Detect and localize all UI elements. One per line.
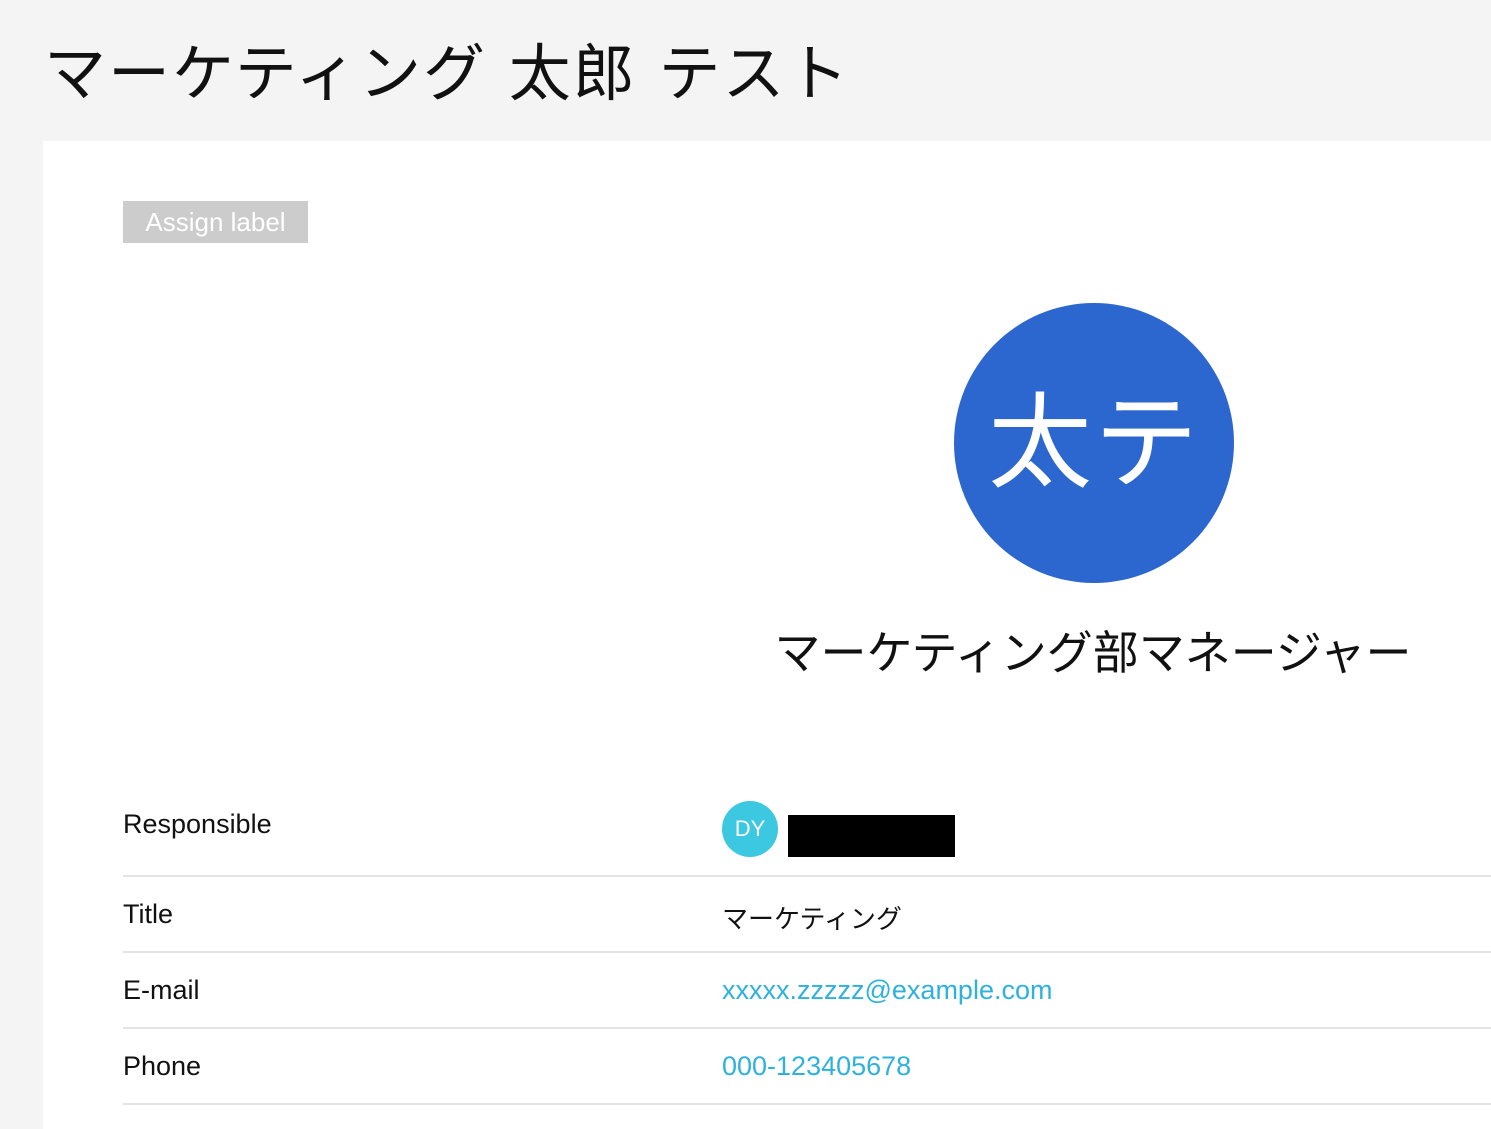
email-label: E-mail [123, 975, 200, 1005]
contact-avatar: 太テ [954, 303, 1234, 583]
title-value: マーケティング [722, 905, 902, 935]
phone-label: Phone [123, 1051, 202, 1081]
responsible-avatar[interactable]: DY [722, 801, 778, 857]
email-link[interactable]: xxxxx.zzzzz@example.com [722, 975, 1052, 1006]
phone-link[interactable]: 000-123405678 [722, 1051, 911, 1082]
page-header: マーケティング 太郎 テスト [44, 18, 850, 118]
contact-card: Assign label 太テ マーケティング部マネージャー Responsib… [43, 141, 1491, 1129]
title-row: Title マーケティング [123, 877, 1491, 953]
title-label: Title [123, 899, 174, 929]
contact-details: Responsible DY Title マーケティング E-mail xxxx… [123, 791, 1491, 1105]
responsible-row: Responsible DY [123, 791, 1491, 877]
email-row: E-mail xxxxx.zzzzz@example.com [123, 953, 1491, 1029]
contact-job-title: マーケティング部マネージャー [774, 626, 1412, 680]
assign-label-button[interactable]: Assign label [123, 201, 308, 243]
phone-row: Phone 000-123405678 [123, 1029, 1491, 1105]
responsible-label: Responsible [123, 809, 272, 839]
redacted-name-block [788, 815, 955, 857]
responsible-value: DY [722, 801, 955, 857]
page-title: マーケティング 太郎 テスト [44, 37, 851, 110]
